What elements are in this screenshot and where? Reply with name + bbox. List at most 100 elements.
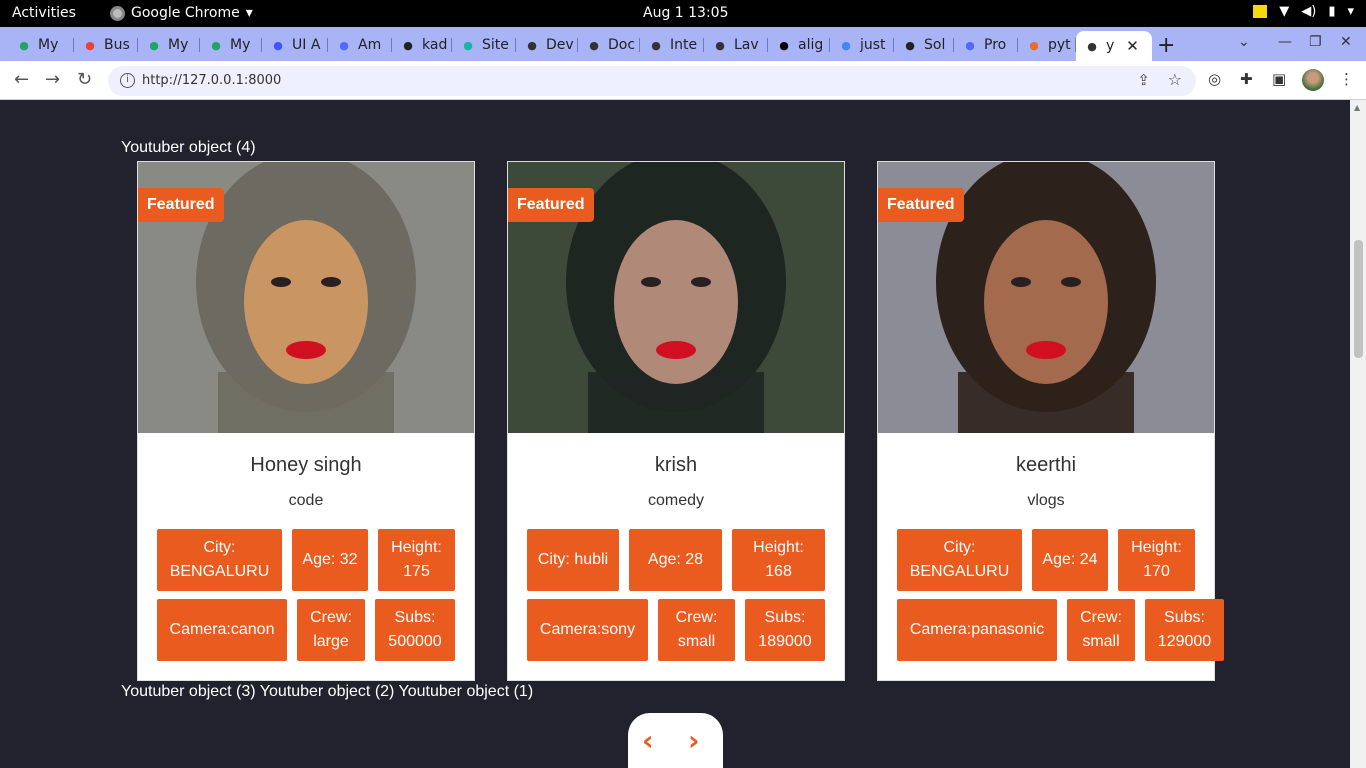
bookmark-star-icon[interactable]: ☆: [1168, 70, 1182, 89]
browser-tab[interactable]: ● kad: [392, 31, 452, 59]
chevron-right-icon[interactable]: ›: [688, 724, 700, 757]
crew-chip: Crew: small: [1067, 599, 1135, 661]
featured-object-heading: Youtuber object (4): [121, 139, 256, 156]
browser-tab[interactable]: ● pyt: [1018, 31, 1076, 59]
browser-tab[interactable]: ● My: [8, 31, 74, 59]
city-chip: City: hubli: [527, 529, 619, 591]
chevron-down-icon: ▾: [245, 5, 253, 21]
tab-title: Sol: [924, 37, 946, 53]
back-arrow-icon[interactable]: ←: [14, 69, 29, 90]
chevron-left-icon[interactable]: ‹: [642, 724, 654, 757]
battery-icon: ▮: [1328, 4, 1336, 19]
drive-icon: ●: [19, 38, 29, 52]
app-menu[interactable]: Google Chrome ▾: [110, 5, 253, 21]
forward-arrow-icon[interactable]: →: [45, 69, 60, 90]
python-icon: ●: [1029, 38, 1039, 52]
subs-chip: Subs: 189000: [745, 599, 825, 661]
other-objects-list[interactable]: Youtuber object (3) Youtuber object (2) …: [121, 683, 533, 701]
system-tray[interactable]: ▼ ◀) ▮ ▾: [1253, 4, 1354, 19]
browser-tab[interactable]: ● My: [200, 31, 262, 59]
featured-badge: Featured: [508, 188, 594, 222]
youtuber-name[interactable]: krish: [508, 454, 844, 477]
youtuber-category: vlogs: [1027, 492, 1065, 509]
browser-toolbar: ← → ↻ i http://127.0.0.1:8000 ⇪ ☆: [0, 61, 1366, 100]
tab-search-icon[interactable]: ⌄: [1238, 34, 1250, 50]
drive-icon: ●: [211, 38, 221, 52]
puzzle-icon[interactable]: ✚: [1240, 70, 1253, 88]
youtuber-card[interactable]: Featured Honey singh code City: BENGALURU Ag…: [137, 161, 475, 681]
browser-tab[interactable]: ● Doc: [578, 31, 640, 59]
page-scrollbar[interactable]: ▲: [1350, 100, 1366, 768]
browser-tab[interactable]: ● My: [138, 31, 200, 59]
codepen-icon: ●: [339, 38, 349, 52]
browser-tab[interactable]: ● Site: [452, 31, 516, 59]
browser-tab[interactable]: ● y ✕: [1076, 31, 1152, 61]
info-icon[interactable]: i: [120, 73, 135, 88]
youtuber-card[interactable]: Featured krish comedy City: hubli Age: 28 Hei…: [507, 161, 845, 681]
system-top-bar: Activities Google Chrome ▾ Aug 1 13:05 ▼…: [0, 0, 1366, 27]
browser-tab[interactable]: ● Sol: [894, 31, 954, 59]
tab-title: Inte: [670, 37, 698, 53]
kebab-menu-icon[interactable]: ⋮: [1339, 70, 1354, 88]
browser-tab[interactable]: ● Dev: [516, 31, 578, 59]
notes-icon[interactable]: [1253, 5, 1268, 18]
webflow-icon: ●: [273, 38, 283, 52]
browser-tab[interactable]: ● Lav: [704, 31, 768, 59]
globe-icon: ●: [1087, 39, 1097, 53]
globe-icon: ●: [589, 38, 599, 52]
wifi-icon: ▼: [1279, 4, 1290, 19]
app-name: Google Chrome: [131, 5, 240, 21]
tab-title: pyt: [1048, 37, 1071, 53]
browser-tab[interactable]: ● alig: [768, 31, 830, 59]
browser-tab[interactable]: ● just: [830, 31, 894, 59]
height-chip: Height: 168: [732, 529, 825, 591]
tab-title: y: [1106, 38, 1115, 54]
minimize-button[interactable]: —: [1278, 34, 1292, 50]
scrollbar-thumb[interactable]: [1354, 240, 1363, 358]
gmail-icon: ●: [85, 38, 95, 52]
tab-title: Dev: [546, 37, 574, 53]
browser-tab[interactable]: ● Pro: [954, 31, 1018, 59]
carousel-controls: ‹ ›: [628, 713, 723, 768]
side-panel-icon[interactable]: ▣: [1272, 70, 1286, 88]
browser-tab[interactable]: ● Inte: [640, 31, 704, 59]
tab-title: My: [38, 37, 59, 53]
city-chip: City: BENGALURU: [157, 529, 282, 591]
close-tab-icon[interactable]: ✕: [1126, 37, 1139, 55]
chevron-down-icon: ▾: [1347, 4, 1354, 19]
drive-icon: ●: [149, 38, 159, 52]
browser-tab[interactable]: ● UI A: [262, 31, 328, 59]
m-icon: ●: [779, 38, 789, 52]
youtuber-card[interactable]: Featured keerthi vlogs City: BENGALURU Age: …: [877, 161, 1224, 681]
url-text[interactable]: http://127.0.0.1:8000: [142, 73, 281, 88]
chrome-icon: [110, 5, 125, 21]
featured-badge: Featured: [138, 188, 224, 222]
clock[interactable]: Aug 1 13:05: [643, 5, 729, 21]
address-bar[interactable]: i http://127.0.0.1:8000 ⇪ ☆: [108, 66, 1196, 96]
browser-tab[interactable]: ● Am: [328, 31, 392, 59]
youtuber-category: code: [288, 492, 324, 509]
new-tab-button[interactable]: +: [1157, 33, 1175, 58]
restore-button[interactable]: ❐: [1309, 34, 1322, 50]
extension-icon[interactable]: ◎: [1208, 70, 1221, 88]
share-icon[interactable]: ⇪: [1137, 71, 1150, 89]
youtuber-name[interactable]: Honey singh: [138, 454, 474, 477]
reload-icon[interactable]: ↻: [77, 69, 92, 90]
scroll-up-icon[interactable]: ▲: [1354, 103, 1360, 112]
volume-icon: ◀): [1301, 4, 1317, 19]
height-chip: Height: 170: [1118, 529, 1195, 591]
age-chip: Age: 28: [629, 529, 722, 591]
height-chip: Height: 175: [378, 529, 455, 591]
subs-chip: Subs: 500000: [375, 599, 455, 661]
tab-title: UI A: [292, 37, 321, 53]
tab-title: just: [860, 37, 886, 53]
close-window-button[interactable]: ✕: [1340, 34, 1352, 50]
youtuber-name[interactable]: keerthi: [878, 454, 1214, 477]
activities-button[interactable]: Activities: [12, 5, 76, 21]
youtuber-category: comedy: [647, 492, 705, 509]
browser-tab[interactable]: ● Bus: [74, 31, 138, 59]
crew-chip: Crew: large: [297, 599, 365, 661]
age-chip: Age: 32: [292, 529, 368, 591]
tab-title: Bus: [104, 37, 130, 53]
profile-avatar[interactable]: [1302, 69, 1324, 91]
